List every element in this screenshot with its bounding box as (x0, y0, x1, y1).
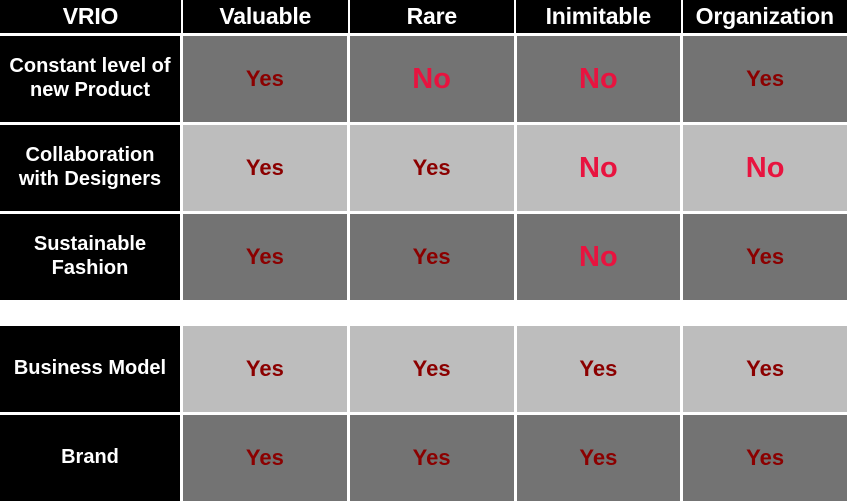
table-row: Collaboration with Designers Yes Yes No No (0, 125, 847, 211)
cell-valuable: Yes (183, 125, 350, 211)
table-body: Constant level of new Product Yes No No Yes C… (0, 36, 847, 501)
cell-value: Yes (579, 445, 618, 470)
vrio-analysis-table: VRIO Valuable Rare Inimitable Organizati… (0, 0, 847, 504)
cell-value: Yes (245, 244, 284, 269)
cell-value: Yes (746, 356, 785, 381)
cell-rare: Yes (349, 214, 517, 300)
cell-inimitable: Yes (516, 415, 684, 501)
cell-value: Yes (412, 244, 451, 269)
cell-value: Yes (412, 445, 451, 470)
cell-organization: Yes (683, 326, 847, 412)
cell-rare: Yes (349, 415, 517, 501)
cell-value: Yes (746, 244, 785, 269)
table-row: Brand Yes Yes Yes Yes (0, 415, 847, 501)
cell-value: Yes (245, 155, 284, 180)
cell-value: Yes (746, 66, 785, 91)
table-row: Business Model Yes Yes Yes Yes (0, 326, 847, 412)
cell-valuable: Yes (183, 415, 350, 501)
group-divider (0, 300, 847, 326)
cell-value: Yes (412, 356, 451, 381)
cell-value: Yes (245, 356, 284, 381)
cell-rare: Yes (349, 326, 517, 412)
cell-organization: Yes (683, 415, 847, 501)
cell-inimitable: No (516, 214, 684, 300)
resource-label-cell: Constant level of new Product (0, 36, 183, 122)
cell-inimitable: No (516, 125, 684, 211)
cell-valuable: Yes (183, 36, 350, 122)
cell-organization: Yes (683, 36, 847, 122)
cell-value: Yes (412, 155, 451, 180)
cell-value: Yes (245, 66, 284, 91)
cell-inimitable: Yes (516, 326, 684, 412)
cell-value: Yes (579, 356, 618, 381)
resource-label-cell: Business Model (0, 326, 183, 412)
table-row: Constant level of new Product Yes No No Yes (0, 36, 847, 122)
resource-label-cell: Sustainable Fashion (0, 214, 183, 300)
cell-value: No (412, 62, 451, 95)
cell-rare: No (349, 36, 517, 122)
cell-inimitable: No (516, 36, 684, 122)
column-header-organization: Organization (682, 0, 847, 33)
cell-organization: Yes (683, 214, 847, 300)
column-header-rare: Rare (349, 0, 516, 33)
column-header-inimitable: Inimitable (516, 0, 683, 33)
cell-value: No (579, 62, 618, 95)
column-header-valuable: Valuable (183, 0, 350, 33)
table-header-row: VRIO Valuable Rare Inimitable Organizati… (0, 0, 847, 33)
cell-value: No (745, 151, 785, 184)
cell-valuable: Yes (183, 326, 350, 412)
cell-value: Yes (746, 445, 785, 470)
cell-valuable: Yes (183, 214, 350, 300)
table-row: Sustainable Fashion Yes Yes No Yes (0, 214, 847, 300)
cell-value: Yes (245, 445, 284, 470)
cell-rare: Yes (349, 125, 517, 211)
cell-value: No (579, 151, 618, 184)
resource-label-cell: Collaboration with Designers (0, 125, 183, 211)
cell-value: No (579, 240, 618, 273)
cell-organization: No (683, 125, 847, 211)
column-header-vrio: VRIO (0, 0, 183, 33)
resource-label-cell: Brand (0, 415, 183, 501)
